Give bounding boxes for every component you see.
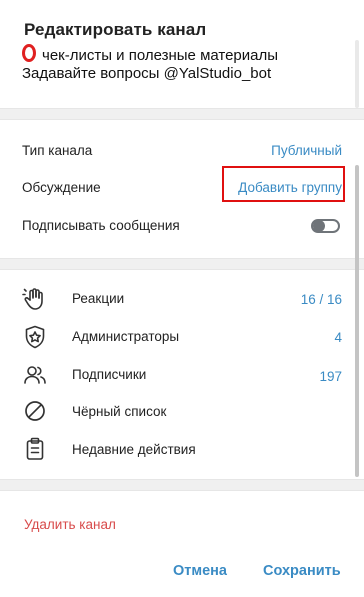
dialog-title: Редактировать канал — [24, 20, 207, 39]
menu-label-recent-actions: Недавние действия — [72, 442, 196, 457]
menu-label-subscribers: Подписчики — [72, 367, 147, 382]
blacklist-block-icon — [25, 401, 45, 421]
description-text-2: Задавайте вопросы @YalStudio_bot — [22, 65, 272, 82]
scrollbar-track — [355, 40, 359, 108]
discussion-label: Обсуждение — [22, 180, 101, 195]
channel-description-line-1[interactable]: чек-листы и полезные материалы — [22, 44, 278, 64]
save-button[interactable]: Сохранить — [263, 563, 341, 579]
sign-messages-label: Подписывать сообщения — [22, 218, 180, 233]
scrollbar-thumb[interactable] — [355, 165, 359, 477]
section-divider — [0, 108, 364, 120]
menu-label-administrators: Администраторы — [72, 329, 180, 344]
admin-shield-star-icon — [25, 325, 45, 349]
highlight-annotation-box — [222, 166, 345, 202]
red-circle-emoji-icon — [22, 44, 36, 62]
channel-description-line-2[interactable]: Задавайте вопросы @YalStudio_bot — [22, 65, 271, 82]
channel-type-link[interactable]: Публичный — [271, 143, 342, 158]
menu-count-reactions: 16 / 16 — [300, 292, 342, 307]
menu-label-blacklist: Чёрный список — [72, 404, 167, 419]
channel-type-label: Тип канала — [22, 143, 93, 158]
menu-count-administrators: 4 — [334, 330, 342, 345]
recent-actions-clipboard-icon — [26, 437, 44, 460]
sign-messages-toggle[interactable] — [311, 219, 340, 233]
description-text-1: чек-листы и полезные материалы — [42, 47, 279, 64]
edit-channel-dialog: Редактировать канал чек-листы и полезные… — [0, 0, 364, 597]
reactions-hand-icon — [22, 288, 43, 310]
delete-channel-button[interactable]: Удалить канал — [24, 517, 116, 532]
subscribers-people-icon — [24, 366, 46, 384]
menu-label-reactions: Реакции — [72, 291, 125, 306]
menu-count-subscribers: 197 — [319, 369, 342, 384]
section-divider — [0, 479, 364, 491]
cancel-button[interactable]: Отмена — [173, 563, 227, 579]
section-divider — [0, 258, 364, 270]
toggle-knob — [313, 220, 325, 232]
